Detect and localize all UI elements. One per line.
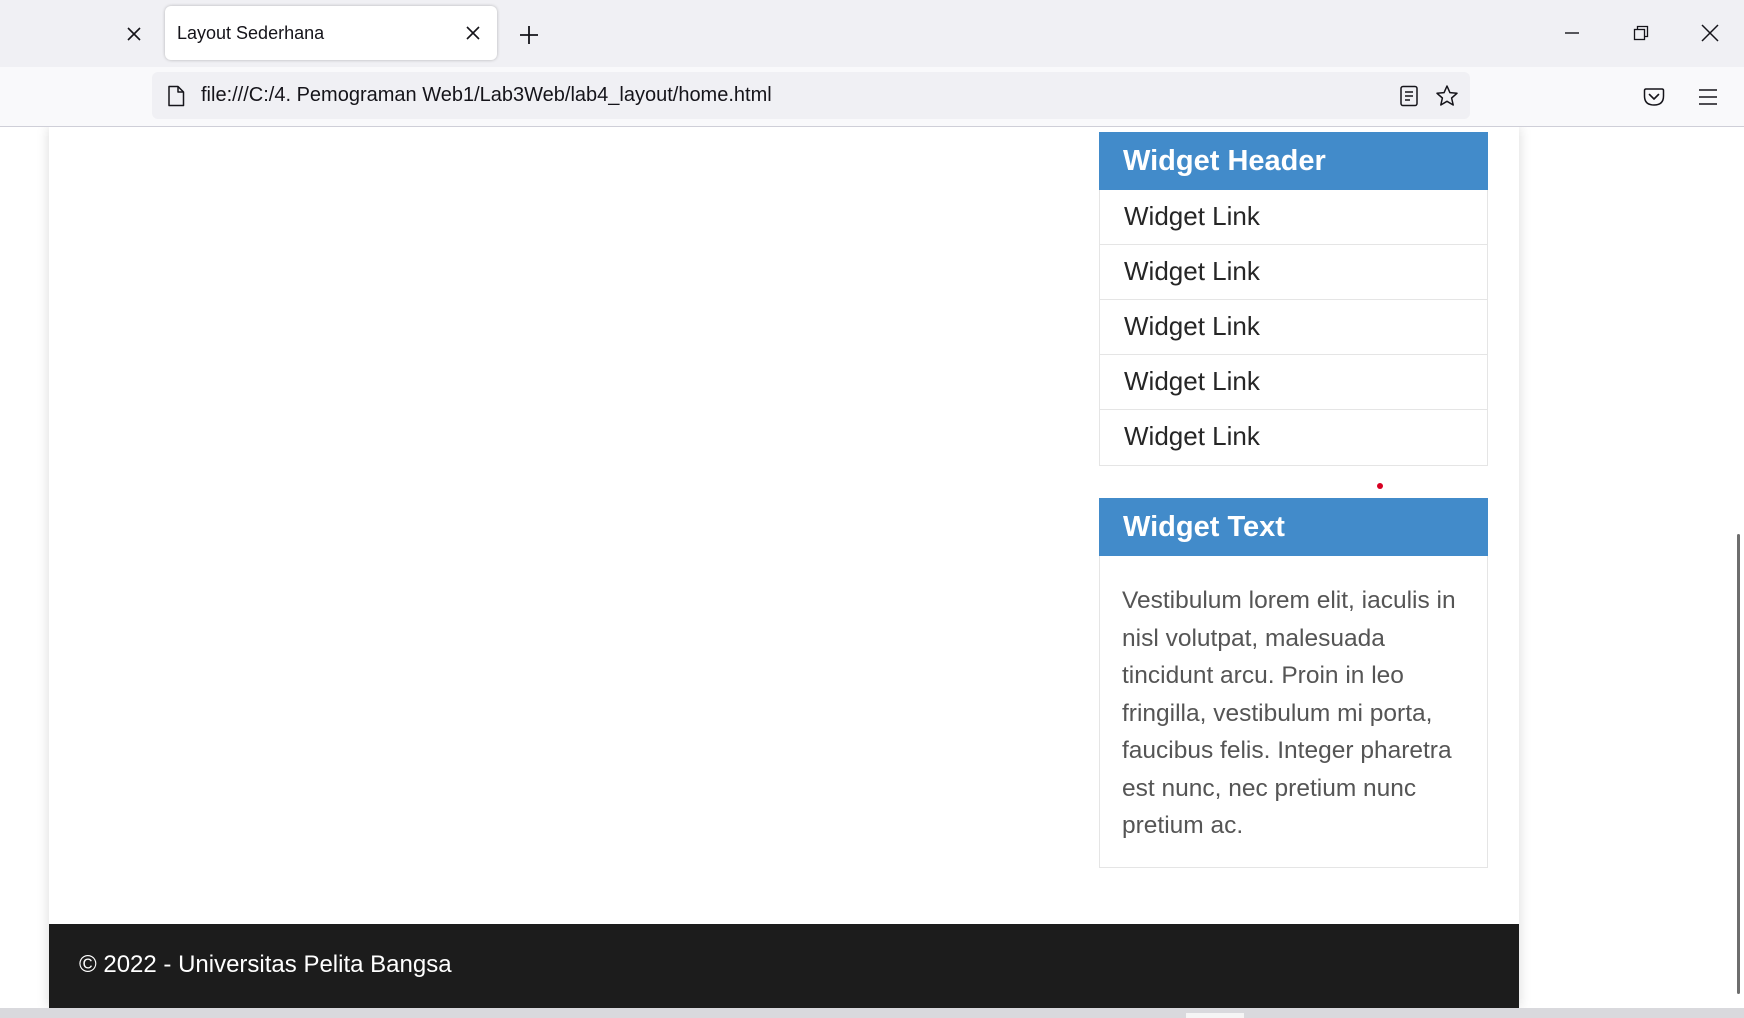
tab-strip: Layout Sederhana <box>0 0 1744 67</box>
widget-link[interactable]: Widget Link <box>1100 410 1487 465</box>
active-tab[interactable]: Layout Sederhana <box>165 6 497 60</box>
page-viewport: Widget Header Widget Link Widget Link Wi… <box>0 127 1744 1008</box>
tab-close-button[interactable] <box>457 17 489 49</box>
reader-view-icon <box>1400 85 1418 107</box>
close-window-button[interactable] <box>1684 10 1736 56</box>
widget-link[interactable]: Widget Link <box>1100 245 1487 300</box>
tab-title: Layout Sederhana <box>177 23 325 43</box>
widget-link[interactable]: Widget Link <box>1100 355 1487 410</box>
minimize-icon <box>1565 32 1579 34</box>
address-bar[interactable]: file:///C:/4. Pemograman Web1/Lab3Web/la… <box>152 72 1470 119</box>
page-container: Widget Header Widget Link Widget Link Wi… <box>49 127 1519 1008</box>
text-widget: Widget Text Vestibulum lorem elit, iacul… <box>1099 498 1488 868</box>
minimize-button[interactable] <box>1546 10 1598 56</box>
new-tab-button[interactable] <box>512 18 546 52</box>
widget-text-body: Vestibulum lorem elit, iaculis in nisl v… <box>1099 556 1488 868</box>
previous-tab-close-button[interactable] <box>118 18 150 50</box>
vertical-scrollbar[interactable] <box>1734 127 1744 1008</box>
widget-link[interactable]: Widget Link <box>1100 190 1487 245</box>
sidebar: Widget Header Widget Link Widget Link Wi… <box>1099 132 1488 868</box>
hamburger-menu-icon <box>1699 89 1717 105</box>
cursor-dot <box>1377 483 1383 489</box>
page-icon <box>164 84 188 108</box>
app-menu-button[interactable] <box>1691 80 1725 114</box>
reader-view-button[interactable] <box>1394 81 1424 111</box>
scrollbar-thumb[interactable] <box>1737 534 1740 994</box>
url-text[interactable]: file:///C:/4. Pemograman Web1/Lab3Web/la… <box>201 84 772 107</box>
close-icon <box>1701 24 1719 42</box>
widget-header-title: Widget Header <box>1099 132 1488 190</box>
links-widget: Widget Header Widget Link Widget Link Wi… <box>1099 132 1488 466</box>
bookmark-button[interactable] <box>1432 81 1462 111</box>
star-icon <box>1436 85 1458 106</box>
bottom-edge-nub <box>1186 1013 1244 1018</box>
page-footer: © 2022 - Universitas Pelita Bangsa <box>49 924 1519 1008</box>
close-icon <box>466 26 480 40</box>
widget-link[interactable]: Widget Link <box>1100 300 1487 355</box>
navigation-toolbar: file:///C:/4. Pemograman Web1/Lab3Web/la… <box>0 67 1744 127</box>
widget-link-list: Widget Link Widget Link Widget Link Widg… <box>1099 190 1488 466</box>
restore-icon <box>1633 25 1649 41</box>
pocket-icon <box>1643 88 1665 106</box>
plus-icon <box>520 26 538 44</box>
window-bottom-edge <box>0 1008 1744 1018</box>
close-icon <box>127 27 141 41</box>
footer-copyright: © 2022 - Universitas Pelita Bangsa <box>79 951 452 978</box>
pocket-button[interactable] <box>1637 80 1671 114</box>
restore-button[interactable] <box>1615 10 1667 56</box>
widget-text-title: Widget Text <box>1099 498 1488 556</box>
